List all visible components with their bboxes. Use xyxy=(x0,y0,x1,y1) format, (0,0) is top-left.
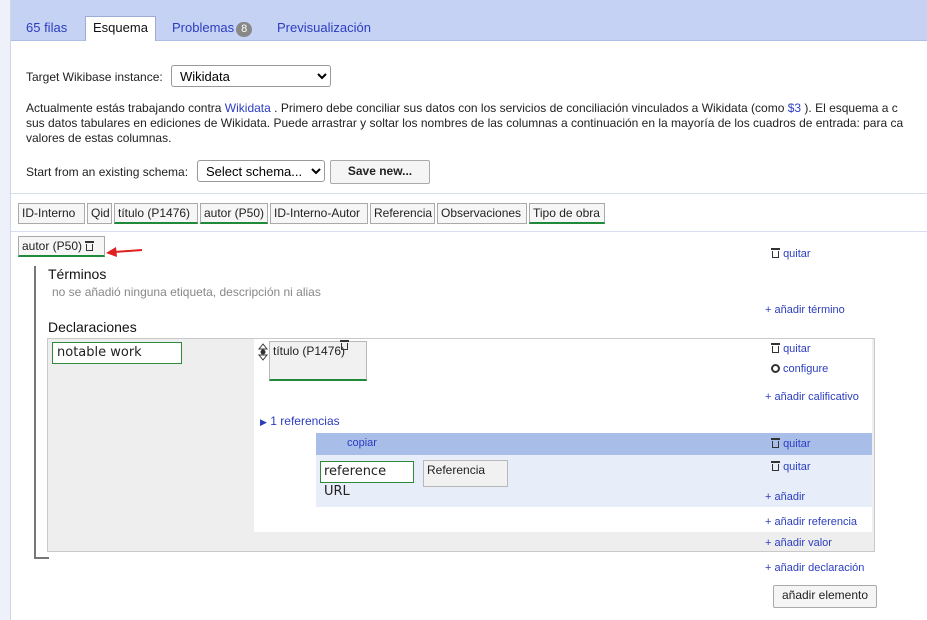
tab-schema-label: Esquema xyxy=(93,20,148,35)
divider-columns xyxy=(11,231,927,232)
add-reference-snak-link[interactable]: + añadir xyxy=(765,491,805,503)
configure-link[interactable]: configure xyxy=(771,363,828,375)
instance-label: Target Wikibase instance: xyxy=(26,70,163,84)
remove-statement-link[interactable]: quitar xyxy=(771,343,811,355)
remove-reference-snak-link[interactable]: quitar xyxy=(771,461,811,473)
arrow-icon xyxy=(106,247,143,257)
column-chip[interactable]: Referencia xyxy=(370,203,435,224)
column-chip[interactable]: Tipo de obra xyxy=(529,203,605,224)
tab-issues-label: Problemas xyxy=(172,20,235,35)
expand-triangle-icon: ▶ xyxy=(260,417,267,427)
save-new-button[interactable]: Save new... xyxy=(330,160,430,184)
statements-heading: Declaraciones xyxy=(48,319,137,335)
trash-icon[interactable] xyxy=(85,241,95,251)
issues-count-badge: 8 xyxy=(236,22,253,37)
intro-text-3: ). El esquema a c xyxy=(801,101,898,115)
tab-preview-label: Previsualización xyxy=(277,20,371,35)
column-chip[interactable]: ID-Interno-Autor xyxy=(270,203,368,224)
reference-property-input[interactable]: reference URL xyxy=(320,461,414,499)
value-chip[interactable]: título (P1476) xyxy=(269,340,367,381)
rank-icon[interactable] xyxy=(258,343,268,361)
column-chip[interactable]: Observaciones xyxy=(437,203,527,224)
add-term-link[interactable]: + añadir término xyxy=(765,304,845,316)
instance-select[interactable]: Wikidata xyxy=(171,65,331,87)
remove-item-label: quitar xyxy=(783,248,811,260)
tab-bar: 65 filas Esquema Problemas 8 Previsualiza… xyxy=(11,0,927,41)
configure-label: configure xyxy=(783,363,829,375)
item-nesting-foot xyxy=(34,557,49,559)
column-chip[interactable]: Qid xyxy=(87,203,112,224)
tab-rows[interactable]: 65 filas xyxy=(19,16,74,40)
intro-text-2: . Primero debe conciliar sus datos con l… xyxy=(270,101,788,115)
subject-chip[interactable]: autor (P50) xyxy=(18,236,105,257)
left-sidebar-strip xyxy=(0,0,11,620)
trash-icon xyxy=(771,248,780,258)
add-qualifier-link[interactable]: + añadir calificativo xyxy=(765,391,859,403)
terms-empty-note: no se añadió ninguna etiqueta, descripci… xyxy=(52,285,321,299)
add-item-button[interactable]: añadir elemento xyxy=(773,585,877,608)
references-toggle-label: 1 referencias xyxy=(270,414,340,428)
reference-value-chip[interactable]: Referencia xyxy=(423,460,508,487)
tab-issues[interactable]: Problemas 8 xyxy=(165,16,259,40)
value-label: título (P1476) xyxy=(273,344,346,358)
intro-line-2: sus datos tabulares en ediciones de Wiki… xyxy=(26,116,904,130)
property-input[interactable]: notable work xyxy=(52,342,182,364)
reference-value-label: Referencia xyxy=(427,463,486,477)
tab-rows-label: 65 filas xyxy=(26,20,68,35)
intro-line-1: Actualmente estás trabajando contra Wiki… xyxy=(26,101,927,115)
reconcile-service-link[interactable]: $3 xyxy=(788,101,801,115)
add-value-link[interactable]: + añadir valor xyxy=(765,537,832,549)
item-nesting-line xyxy=(34,266,36,558)
add-statement-link[interactable]: + añadir declaración xyxy=(765,562,864,574)
wikidata-link[interactable]: Wikidata xyxy=(225,101,271,115)
add-reference-link[interactable]: + añadir referencia xyxy=(765,516,857,528)
remove-reference-snak-label: quitar xyxy=(783,461,811,473)
references-toggle[interactable]: ▶ 1 referencias xyxy=(260,414,340,428)
terms-heading: Términos xyxy=(48,266,107,282)
subject-label: autor (P50) xyxy=(22,239,83,253)
trash-icon xyxy=(771,438,780,448)
remove-reference-link[interactable]: quitar xyxy=(771,438,811,450)
gear-icon xyxy=(771,364,780,373)
intro-line-3: valores de estas columnas. xyxy=(26,131,172,145)
tab-preview[interactable]: Previsualización xyxy=(270,16,378,40)
column-chip[interactable]: título (P1476) xyxy=(114,203,198,224)
copy-reference-link[interactable]: copiar xyxy=(347,437,377,449)
schema-label: Start from an existing schema: xyxy=(26,165,189,179)
trash-icon xyxy=(771,343,780,353)
remove-reference-label: quitar xyxy=(783,438,811,450)
tab-schema[interactable]: Esquema xyxy=(85,16,156,41)
intro-text-1: Actualmente estás trabajando contra xyxy=(26,101,225,115)
remove-statement-label: quitar xyxy=(783,343,811,355)
column-chip[interactable]: autor (P50) xyxy=(200,203,268,224)
trash-icon[interactable] xyxy=(340,340,350,350)
remove-item-link[interactable]: quitar xyxy=(771,248,811,260)
divider-top xyxy=(11,193,927,194)
schema-select[interactable]: Select schema... xyxy=(197,160,325,182)
trash-icon xyxy=(771,461,780,471)
column-chip[interactable]: ID-Interno xyxy=(18,203,85,224)
